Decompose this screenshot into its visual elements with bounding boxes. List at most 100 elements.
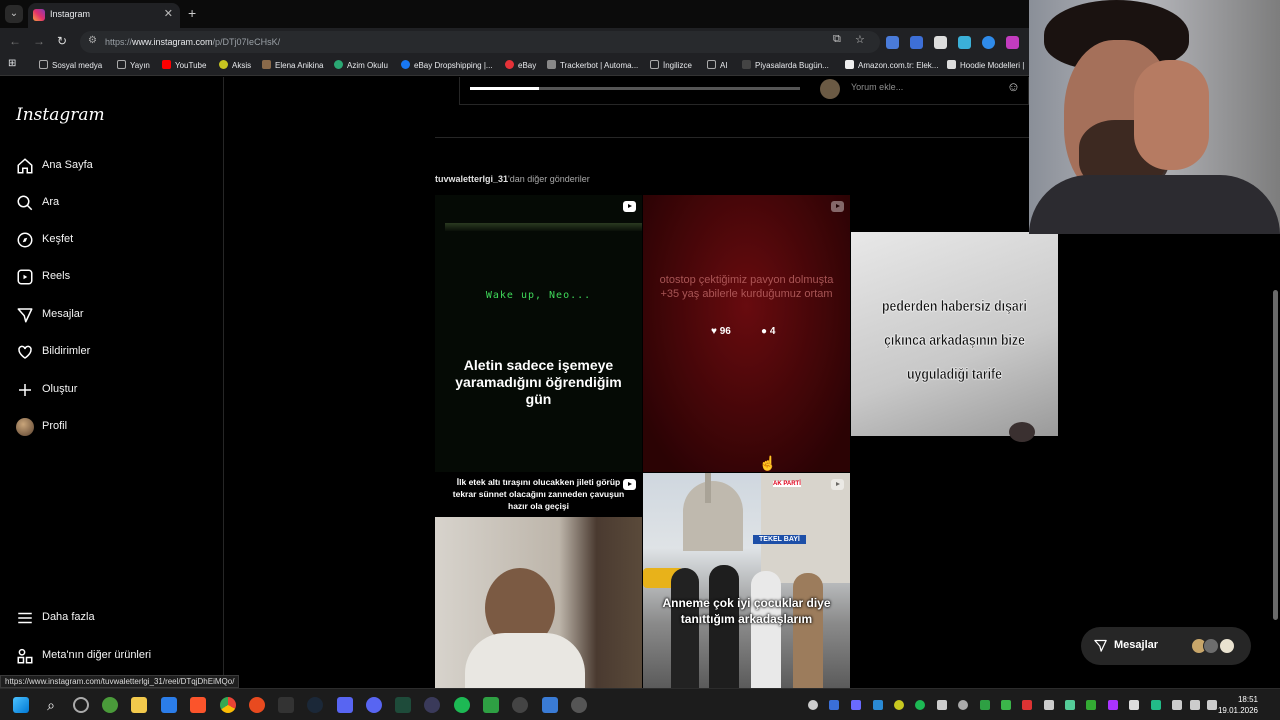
discord-icon[interactable] [366, 697, 382, 713]
scrollbar-thumb[interactable] [1273, 290, 1278, 620]
app-icon[interactable] [424, 697, 440, 713]
tray-icon[interactable] [958, 700, 968, 710]
post-thumbnail[interactable]: İlk etek altı tıraşını olucakken jileti … [435, 473, 642, 688]
forward-icon[interactable]: → [33, 34, 45, 48]
post-thumbnail[interactable]: pederden habersiz dışari çıkınca arkadaş… [851, 195, 1058, 472]
tray-icon[interactable] [1044, 700, 1054, 710]
search-icon[interactable]: ⌕ [43, 697, 59, 713]
bookmark-link[interactable]: Trackerbot | Automa... [547, 60, 638, 70]
wifi-icon[interactable] [1190, 700, 1200, 710]
tray-icon[interactable] [1001, 700, 1011, 710]
taskbar-clock[interactable]: 18:51 19.01.2026 [1218, 694, 1258, 716]
tray-icon[interactable] [1022, 700, 1032, 710]
microphone-icon[interactable] [1172, 700, 1182, 710]
tray-icon[interactable] [1086, 700, 1096, 710]
address-bar[interactable]: ⚙ https://www.instagram.com/p/DTj07IeCHs… [80, 31, 880, 53]
app-icon[interactable] [73, 697, 89, 713]
chrome-icon[interactable] [220, 697, 236, 713]
nav-explore[interactable]: Keşfet [14, 227, 214, 255]
back-icon[interactable]: ← [9, 34, 21, 48]
post-likes: ♥ 96 [711, 326, 731, 337]
messages-pill[interactable]: Mesajlar [1081, 627, 1251, 665]
new-tab-button[interactable]: + [188, 5, 196, 21]
tray-icon[interactable] [829, 700, 839, 710]
post-thumbnail[interactable]: Wake up, Neo... Aletin sadece işemeye ya… [435, 195, 642, 472]
xbox-icon[interactable] [102, 697, 118, 713]
reel-icon [831, 479, 844, 490]
reload-icon[interactable]: ↻ [57, 34, 67, 48]
bookmark-link[interactable]: Hoodie Modelleri | [947, 60, 1024, 70]
instagram-sidebar: Instagram Ana Sayfa Ara Keşfet Reels Mes… [0, 77, 224, 688]
nav-more[interactable]: Daha fazla [14, 605, 214, 633]
bookmark-link[interactable]: Amazon.com.tr: Elek... [845, 60, 938, 70]
app-icon[interactable] [337, 697, 353, 713]
nav-reels[interactable]: Reels [14, 264, 214, 292]
browser-tab-instagram[interactable]: Instagram ✕ [28, 3, 180, 28]
nav-profile[interactable]: Profil [14, 414, 214, 442]
tab-search-button[interactable]: ⌄ [5, 5, 23, 23]
bookmark-link[interactable]: eBay Dropshipping |... [401, 60, 493, 70]
tray-icon[interactable] [873, 700, 883, 710]
nav-create[interactable]: Oluştur [14, 377, 214, 405]
brave-icon[interactable] [190, 697, 206, 713]
tray-icon[interactable] [1065, 700, 1075, 710]
nav-search[interactable]: Ara [14, 190, 214, 218]
windows-start-icon[interactable] [13, 697, 29, 713]
instagram-logo[interactable]: Instagram [16, 105, 105, 125]
openai-extension-icon[interactable] [934, 36, 947, 49]
app-icon[interactable] [571, 697, 587, 713]
tray-icon[interactable] [937, 700, 947, 710]
extension-icon[interactable] [1006, 36, 1019, 49]
spotify-icon[interactable] [454, 697, 470, 713]
spotify-tray-icon[interactable] [915, 700, 925, 710]
tray-icon[interactable] [808, 700, 818, 710]
tray-icon[interactable] [980, 700, 990, 710]
extension-icon[interactable] [958, 36, 971, 49]
bookmark-folder[interactable]: Yayın [117, 60, 150, 70]
post-thumbnail[interactable]: AK PARTİ TEKEL BAYİ Anneme çok iyi çocuk… [643, 473, 850, 688]
file-explorer-icon[interactable] [131, 697, 147, 713]
app-icon[interactable] [542, 697, 558, 713]
app-icon[interactable] [395, 697, 411, 713]
app-icon[interactable] [483, 697, 499, 713]
bookmark-link[interactable]: Azim Okulu [334, 60, 388, 70]
tray-icon[interactable] [1108, 700, 1118, 710]
bookmark-link[interactable]: eBay [505, 60, 536, 70]
bookmark-folder[interactable]: İngilizce [650, 60, 692, 70]
bookmark-star-icon[interactable]: ☆ [855, 33, 865, 46]
volume-icon[interactable] [1207, 700, 1217, 710]
tray-icon[interactable] [851, 700, 861, 710]
bookmark-link[interactable]: YouTube [162, 60, 206, 70]
tab-close-icon[interactable]: ✕ [164, 7, 173, 20]
meta-products-icon [17, 648, 33, 664]
apps-grid-icon[interactable]: ⊞ [8, 58, 16, 69]
tray-icon[interactable] [894, 700, 904, 710]
comment-input[interactable]: Yorum ekle... [851, 82, 903, 92]
bookmark-folder[interactable]: AI [707, 60, 728, 70]
tray-icon[interactable] [1151, 700, 1161, 710]
username-link[interactable]: tuvwaletterlgi_31 [435, 174, 508, 184]
bookmark-link[interactable]: Piyasalarda Bugün... [742, 60, 829, 70]
video-progress-bar[interactable] [470, 87, 800, 90]
install-app-icon[interactable]: ⧉ [833, 33, 841, 46]
site-settings-icon[interactable]: ⚙ [88, 35, 97, 46]
bookmark-link[interactable]: Elena Anikina [262, 60, 323, 70]
bookmark-link[interactable]: Aksis [219, 60, 251, 70]
nav-notifications[interactable]: Bildirimler [14, 339, 214, 367]
tray-icon[interactable] [1129, 700, 1139, 710]
app-icon[interactable] [512, 697, 528, 713]
nav-meta-products[interactable]: Meta'nın diğer ürünleri [14, 643, 214, 671]
nav-home[interactable]: Ana Sayfa [14, 153, 214, 181]
extension-icon[interactable] [982, 36, 995, 49]
bookmark-folder[interactable]: Sosyal medya [39, 60, 102, 70]
post-thumbnail-hovered[interactable]: otostop çektiğimiz pavyon dolmuşta +35 y… [643, 195, 850, 472]
person-figure [793, 573, 823, 688]
audio-extension-icon[interactable] [910, 36, 923, 49]
emoji-icon[interactable]: ☺ [1007, 79, 1020, 94]
store-icon[interactable] [161, 697, 177, 713]
app-icon[interactable] [249, 697, 265, 713]
epic-games-icon[interactable] [278, 697, 294, 713]
steam-icon[interactable] [307, 697, 323, 713]
nav-messages[interactable]: Mesajlar [14, 302, 214, 330]
translate-extension-icon[interactable] [886, 36, 899, 49]
